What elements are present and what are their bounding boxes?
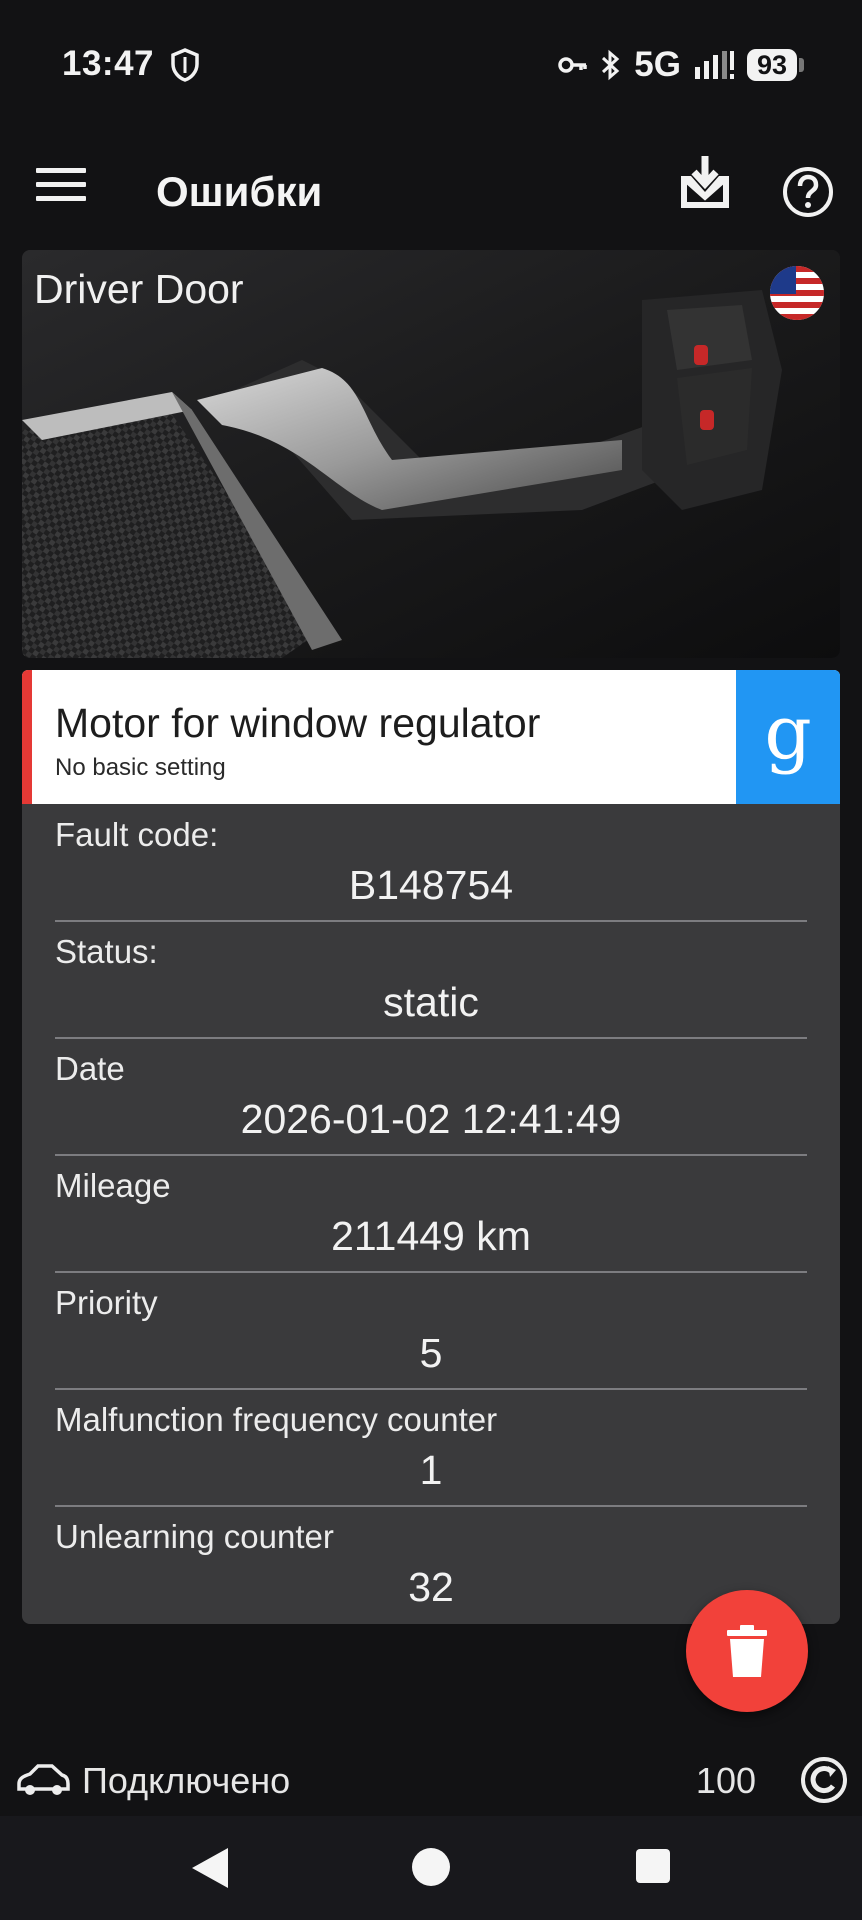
module-name: Driver Door (34, 266, 244, 312)
battery-level: 93 (746, 49, 797, 81)
severity-indicator (22, 670, 32, 804)
detail-label: Fault code: (55, 816, 219, 853)
detail-row-priority: Priority 5 (55, 1272, 807, 1390)
fault-name: Motor for window regulator (55, 700, 541, 746)
detail-label: Date (55, 1050, 125, 1087)
car-icon (17, 1764, 70, 1795)
connection-status: Подключено (82, 1760, 291, 1801)
detail-row-date: Date 2026-01-02 12:41:49 (55, 1038, 807, 1156)
detail-row-mileage: Mileage 211449 km (55, 1155, 807, 1273)
shield-icon (171, 48, 199, 82)
detail-label: Status: (55, 933, 158, 970)
detail-label: Mileage (55, 1167, 171, 1204)
signal-icon (694, 51, 734, 79)
status-icons: 5G 93 (558, 44, 804, 86)
detail-row-status: Status: static (55, 921, 807, 1039)
detail-value: static (383, 979, 479, 1025)
detail-row-unlearning-counter: Unlearning counter 32 (55, 1506, 807, 1623)
fault-details: Fault code: B148754 Status: static Date … (22, 804, 840, 1624)
google-search-button[interactable]: g (736, 670, 840, 804)
trash-icon (727, 1625, 767, 1677)
system-nav-bar (0, 1816, 862, 1920)
detail-label: Unlearning counter (55, 1518, 334, 1555)
detail-value: 5 (419, 1330, 443, 1376)
fault-description: No basic setting (55, 754, 226, 781)
detail-value: 211449 km (331, 1213, 531, 1259)
status-time: 13:47 (62, 44, 155, 83)
detail-value: 2026-01-02 12:41:49 (240, 1096, 622, 1142)
detail-value: 1 (419, 1447, 443, 1493)
detail-label: Malfunction frequency counter (55, 1401, 498, 1438)
detail-value: B148754 (348, 862, 514, 908)
google-icon: g (764, 690, 812, 776)
status-bar: 13:47 5G 93 (0, 0, 862, 130)
app-bar: Ошибки (0, 140, 862, 240)
module-image-card[interactable]: Driver Door (22, 250, 840, 658)
battery-icon: 93 (746, 49, 804, 81)
bluetooth-icon (602, 49, 620, 81)
vpn-key-icon (558, 57, 587, 73)
network-type: 5G (634, 45, 681, 84)
recent-apps-icon[interactable] (636, 1849, 670, 1883)
menu-icon[interactable] (36, 168, 86, 208)
page-title: Ошибки (156, 168, 323, 215)
connection-bar: Подключено 100 (0, 1750, 862, 1814)
connection-count: 100 (695, 1760, 756, 1801)
fault-header[interactable]: Motor for window regulator No basic sett… (22, 670, 840, 804)
refresh-icon[interactable] (800, 1756, 848, 1804)
help-icon[interactable] (782, 166, 834, 218)
us-flag-icon[interactable] (770, 266, 824, 320)
download-icon[interactable] (675, 154, 735, 214)
delete-fault-button[interactable] (686, 1590, 808, 1712)
back-icon[interactable] (190, 1846, 230, 1890)
detail-row-frequency-counter: Malfunction frequency counter 1 (55, 1389, 807, 1507)
home-icon[interactable] (412, 1848, 450, 1886)
detail-label: Priority (55, 1284, 158, 1321)
detail-value: 32 (408, 1564, 454, 1610)
detail-row-fault-code: Fault code: B148754 (55, 804, 807, 922)
